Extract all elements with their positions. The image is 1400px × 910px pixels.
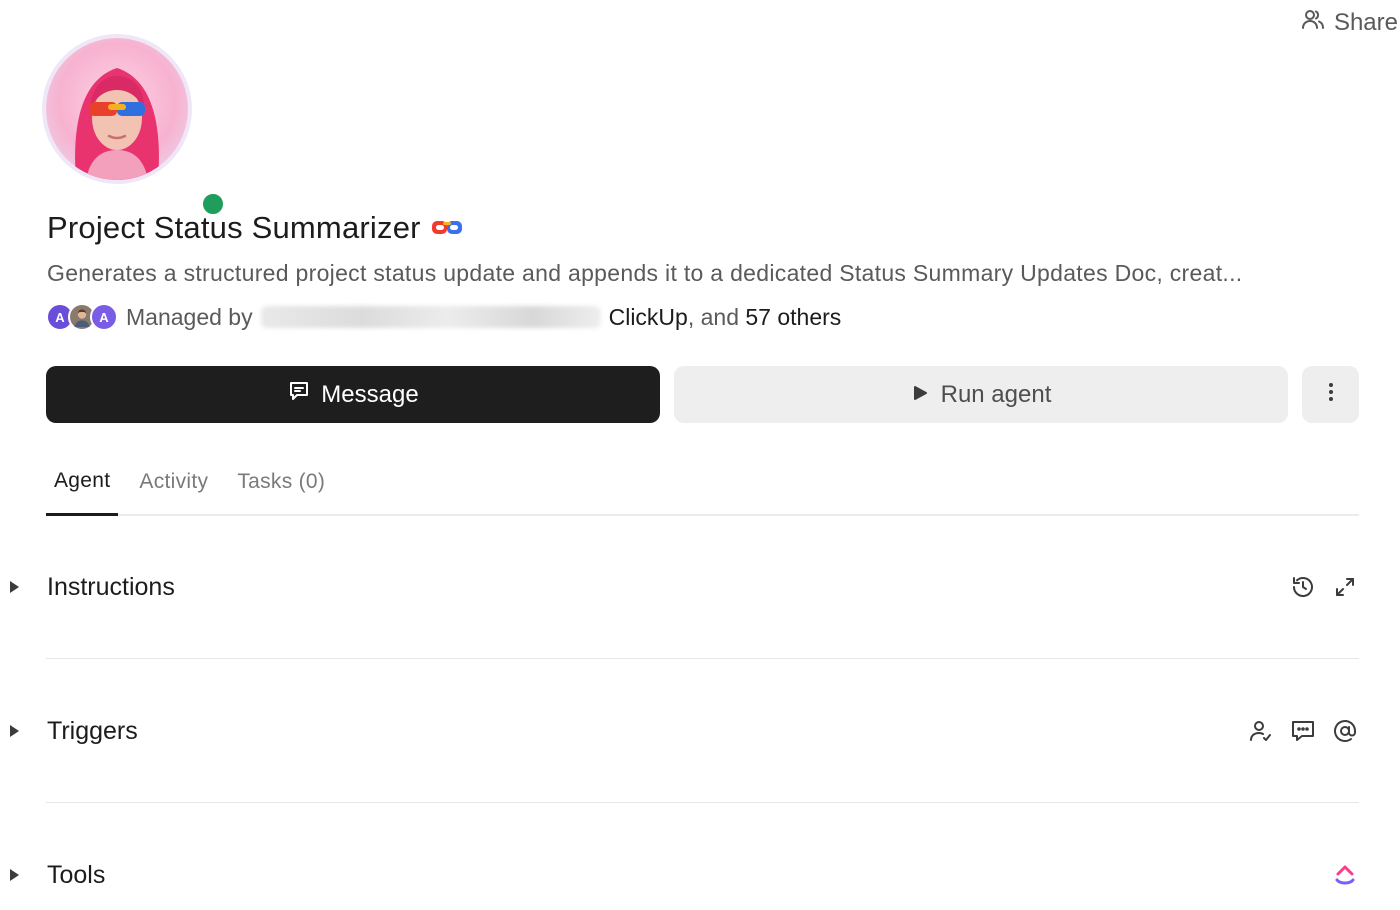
more-vertical-icon [1319,380,1343,409]
tab-bar: Agent Activity Tasks (0) [46,454,1359,516]
message-button[interactable]: Message [46,366,660,423]
agent-description: Generates a structured project status up… [47,260,1243,286]
tab-activity[interactable]: Activity [131,470,216,514]
managed-by-row: A A Managed by ClickUp , and 57 others [46,300,841,334]
tools-section: Tools [0,840,1359,910]
play-icon [911,381,929,409]
share-people-icon [1300,6,1326,39]
run-agent-label: Run agent [940,380,1052,408]
chat-icon [287,379,311,410]
share-button[interactable]: Share [1300,6,1398,39]
run-agent-button[interactable]: Run agent [674,366,1288,423]
agent-title-row: Project Status Summarizer [47,210,463,246]
tab-tasks[interactable]: Tasks (0) [229,470,333,514]
more-options-button[interactable] [1302,366,1359,423]
page-title: Project Status Summarizer [47,210,421,245]
share-label: Share [1333,8,1398,36]
tools-actions [1331,861,1359,889]
instructions-header[interactable]: Instructions [47,573,175,602]
caret-right-icon[interactable] [8,724,20,738]
expand-icon[interactable] [1331,573,1359,601]
triggers-header[interactable]: Triggers [47,717,138,746]
avatar: A [90,303,118,331]
tools-header[interactable]: Tools [47,861,105,890]
triggers-actions [1247,717,1359,745]
managed-by-org[interactable]: ClickUp [609,304,688,331]
caret-right-icon[interactable] [8,868,20,882]
tab-agent[interactable]: Agent [46,469,119,516]
triggers-section: Triggers [0,696,1359,766]
manager-avatars[interactable]: A A [46,303,118,331]
agent-avatar [46,38,227,218]
agent-avatar-image [46,38,188,180]
assign-user-icon[interactable] [1247,717,1275,745]
instructions-actions [1289,573,1359,601]
managed-by-separator: , and [687,303,739,330]
ai-mask-icon [431,218,463,238]
section-divider [46,658,1359,659]
caret-right-icon[interactable] [8,580,20,594]
redacted-manager-names [260,306,601,328]
clickup-logo-icon[interactable] [1331,861,1359,889]
comment-icon[interactable] [1289,717,1317,745]
instructions-section: Instructions [0,552,1359,622]
message-button-label: Message [321,380,419,408]
section-divider [46,802,1359,803]
managed-by-others[interactable]: 57 others [745,304,841,331]
managed-by-label: Managed by [126,303,253,330]
history-icon[interactable] [1289,573,1317,601]
mention-icon[interactable] [1331,717,1359,745]
